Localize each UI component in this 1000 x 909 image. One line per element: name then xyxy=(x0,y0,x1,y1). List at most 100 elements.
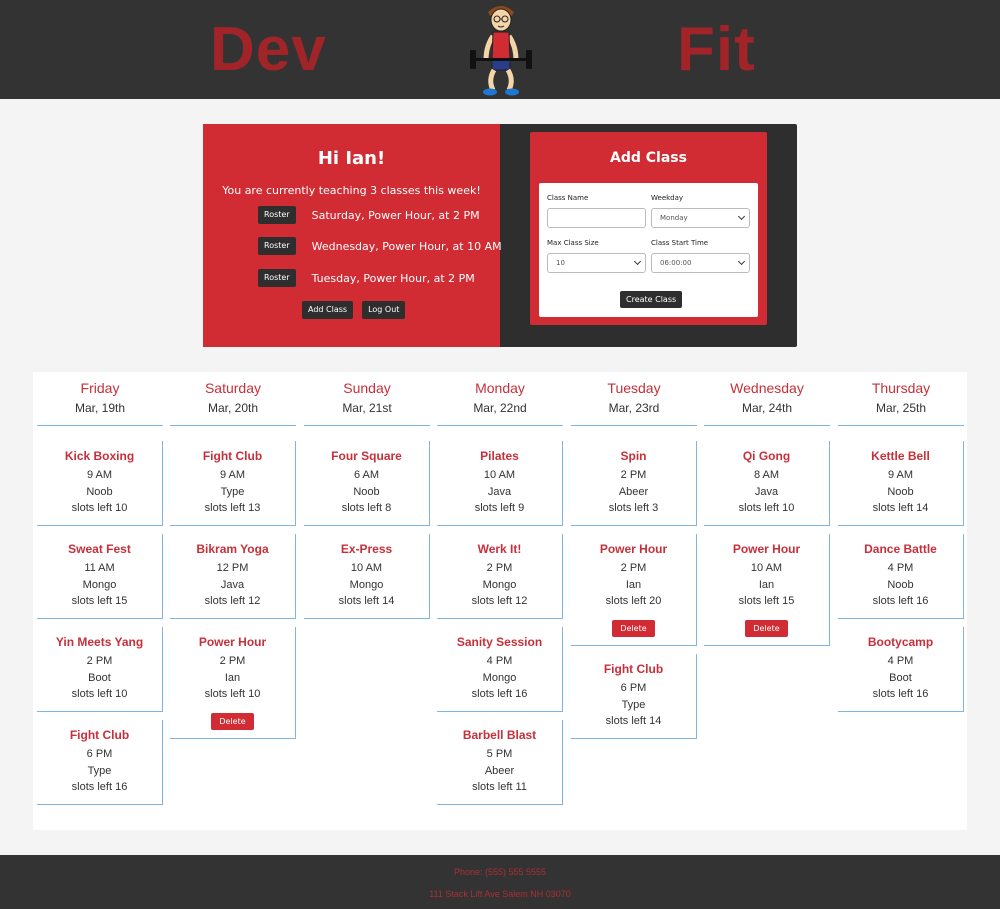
site-footer: Phone: (555) 555 5555 111 Stack Lift Ave… xyxy=(0,855,1000,909)
class-card: Four Square 6 AM Noob slots left 8 xyxy=(304,441,430,526)
class-slots: slots left 14 xyxy=(872,502,929,514)
day-name: Saturday xyxy=(204,380,262,396)
roster-button[interactable]: Roster xyxy=(258,269,296,287)
day-column: Saturday Mar, 20th Fight Club 9 AM Type slots… xyxy=(170,372,296,739)
day-column: Friday Mar, 19th Kick Boxing 9 AM Noob slots … xyxy=(37,372,163,805)
class-instructor: Noob xyxy=(887,578,914,591)
day-name: Monday xyxy=(475,380,525,396)
class-name: Four Square xyxy=(331,449,402,463)
class-card: Fight Club 9 AM Type slots left 13 xyxy=(170,441,296,526)
class-name: Power Hour xyxy=(599,542,668,556)
class-time: 10 AM xyxy=(750,562,783,574)
add-class-card: Add Class Class Name Weekday Monday Max … xyxy=(530,132,767,325)
day-date: Mar, 20th xyxy=(207,401,259,415)
class-name: Fight Club xyxy=(603,662,664,676)
day-column: Thursday Mar, 25th Kettle Bell 9 AM Noob slot… xyxy=(838,372,964,712)
chevron-down-icon xyxy=(737,257,746,266)
class-card: Werk It! 2 PM Mongo slots left 12 xyxy=(437,534,563,619)
teaching-class-item: Roster Tuesday, Power Hour, at 2 PM xyxy=(258,269,475,287)
class-card: Barbell Blast 5 PM Abeer slots left 11 xyxy=(437,720,563,805)
class-instructor: Mongo xyxy=(82,578,117,591)
start-time-select[interactable]: 06:00:00 xyxy=(651,253,750,273)
class-slots: slots left 13 xyxy=(204,502,261,514)
class-time: 11 AM xyxy=(84,562,115,574)
class-time: 6 PM xyxy=(86,748,113,760)
class-time: 2 PM xyxy=(219,655,246,667)
class-card: Bikram Yoga 12 PM Java slots left 12 xyxy=(170,534,296,619)
class-instructor: Noob xyxy=(353,485,380,498)
footer-address: 111 Stack Lift Ave Salem NH 03070 xyxy=(429,889,571,899)
day-header: Monday Mar, 22nd xyxy=(437,372,563,426)
log-out-button[interactable]: Log Out xyxy=(362,301,406,319)
class-name-input[interactable] xyxy=(547,208,646,228)
class-card: Kettle Bell 9 AM Noob slots left 14 xyxy=(838,441,964,526)
start-time-label: Class Start Time xyxy=(651,239,709,247)
class-card: Bootycamp 4 PM Boot slots left 16 xyxy=(838,627,964,712)
class-slots: slots left 15 xyxy=(738,595,795,607)
start-time-value: 06:00:00 xyxy=(660,259,692,267)
class-slots: slots left 11 xyxy=(472,781,527,793)
class-time: 9 AM xyxy=(219,469,246,481)
day-date: Mar, 25th xyxy=(875,401,927,415)
day-header: Wednesday Mar, 24th xyxy=(704,372,830,426)
weekly-schedule: Friday Mar, 19th Kick Boxing 9 AM Noob slots … xyxy=(33,372,967,830)
day-header: Thursday Mar, 25th xyxy=(838,372,964,426)
class-time: 2 PM xyxy=(620,469,647,481)
class-slots: slots left 3 xyxy=(608,502,659,514)
weekday-label: Weekday xyxy=(651,194,684,202)
add-class-title: Add Class xyxy=(610,150,687,166)
day-date: Mar, 23rd xyxy=(608,401,660,415)
brand-fit: Fit xyxy=(677,15,756,84)
class-time: 10 AM xyxy=(350,562,383,574)
day-header: Sunday Mar, 21st xyxy=(304,372,430,426)
dashboard-panel: Hi Ian! You are currently teaching 3 cla… xyxy=(203,124,797,347)
roster-button[interactable]: Roster xyxy=(258,206,296,224)
greeting-title: Hi Ian! xyxy=(317,148,386,169)
weekday-select[interactable]: Monday xyxy=(651,208,750,228)
class-slots: slots left 14 xyxy=(605,715,662,727)
class-time: 4 PM xyxy=(486,655,513,667)
class-card: Ex-Press 10 AM Mongo slots left 14 xyxy=(304,534,430,619)
class-time: 6 AM xyxy=(353,469,380,481)
class-instructor: Abeer xyxy=(618,485,649,498)
class-slots: slots left 9 xyxy=(474,502,525,514)
class-instructor: Boot xyxy=(889,671,912,684)
teaching-class-label: Saturday, Power Hour, at 2 PM xyxy=(311,208,480,222)
welcome-actions: Add Class Log Out xyxy=(302,301,406,319)
class-name: Fight Club xyxy=(202,449,263,463)
class-name: Bikram Yoga xyxy=(196,542,269,556)
teaching-class-label: Wednesday, Power Hour, at 10 AM xyxy=(311,239,502,253)
class-card: Pilates 10 AM Java slots left 9 xyxy=(437,441,563,526)
class-name: Power Hour xyxy=(198,635,267,649)
teaching-class-label: Tuesday, Power Hour, at 2 PM xyxy=(311,271,475,285)
add-class-button[interactable]: Add Class xyxy=(302,301,354,319)
class-card: Fight Club 6 PM Type slots left 16 xyxy=(37,720,163,805)
create-class-button[interactable]: Create Class xyxy=(620,291,683,308)
class-instructor: Mongo xyxy=(482,578,517,591)
day-date: Mar, 21st xyxy=(342,401,392,415)
class-slots: slots left 20 xyxy=(605,595,662,607)
class-slots: slots left 12 xyxy=(204,595,261,607)
max-size-select[interactable]: 10 xyxy=(547,253,646,273)
class-card: Dance Battle 4 PM Noob slots left 16 xyxy=(838,534,964,619)
class-card: Sweat Fest 11 AM Mongo slots left 15 xyxy=(37,534,163,619)
delete-class-button[interactable]: Delete xyxy=(745,619,788,637)
day-name: Wednesday xyxy=(730,380,804,396)
delete-class-button[interactable]: Delete xyxy=(612,619,655,637)
chevron-down-icon xyxy=(737,212,746,221)
weekday-value: Monday xyxy=(660,214,688,222)
class-card: Kick Boxing 9 AM Noob slots left 10 xyxy=(37,441,163,526)
class-name: Ex-Press xyxy=(340,542,393,556)
day-column: Wednesday Mar, 24th Qi Gong 8 AM Java slots l… xyxy=(704,372,830,646)
class-name: Power Hour xyxy=(732,542,801,556)
class-instructor: Type xyxy=(621,698,646,711)
class-slots: slots left 10 xyxy=(738,502,795,514)
class-time: 8 AM xyxy=(753,469,780,481)
class-instructor: Abeer xyxy=(484,764,515,777)
roster-button[interactable]: Roster xyxy=(258,237,296,255)
class-card: Spin 2 PM Abeer slots left 3 xyxy=(571,441,697,526)
day-name: Sunday xyxy=(343,380,391,396)
delete-class-button[interactable]: Delete xyxy=(211,712,254,730)
class-slots: slots left 10 xyxy=(71,502,128,514)
site-header: Dev Fit xyxy=(0,0,1000,99)
